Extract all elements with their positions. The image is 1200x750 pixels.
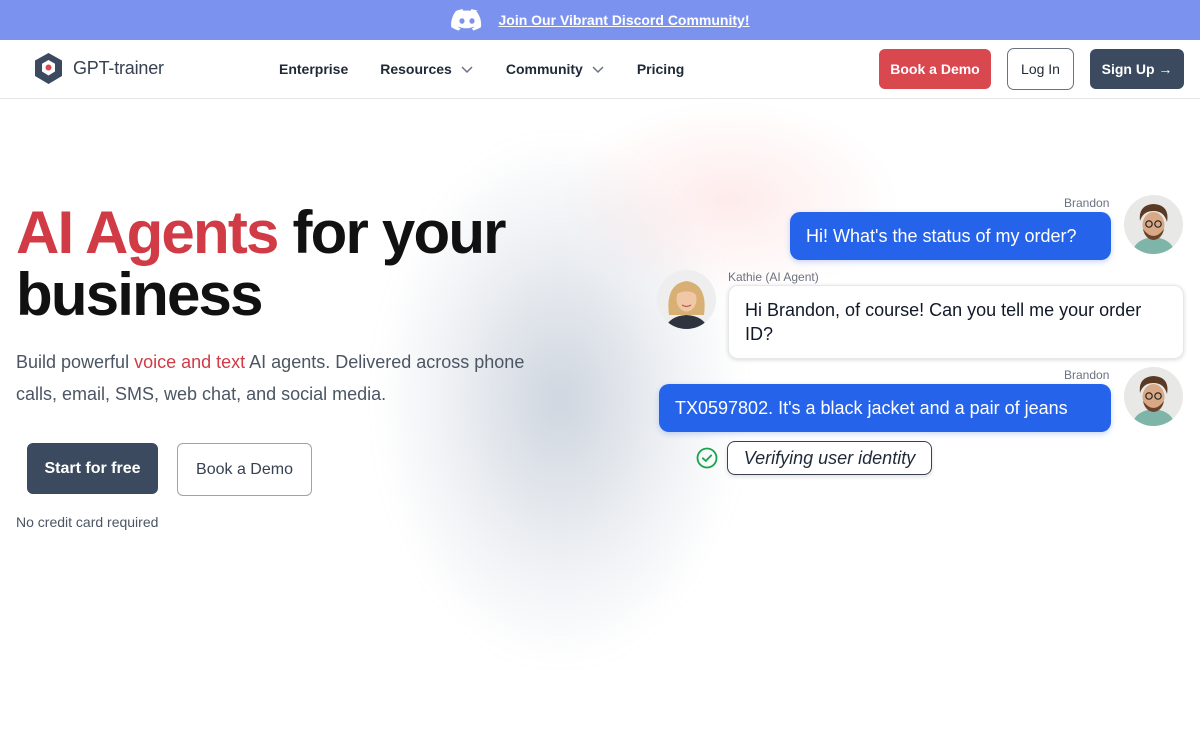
chat-message-user: TX0597802. It's a black jacket and a pai… bbox=[659, 384, 1111, 432]
discord-icon bbox=[450, 9, 481, 31]
login-button[interactable]: Log In bbox=[1007, 48, 1074, 90]
chat-message-user: Hi! What's the status of my order? bbox=[790, 212, 1111, 260]
check-circle-icon bbox=[696, 447, 718, 469]
nav-item-label: Community bbox=[505, 61, 583, 77]
nav-item-label: Enterprise bbox=[279, 61, 349, 77]
gpt-trainer-logo-icon bbox=[35, 53, 62, 84]
hero-title-accent: AI Agents bbox=[16, 199, 279, 266]
discord-community-link[interactable]: Join Our Vibrant Discord Community! bbox=[499, 12, 750, 28]
main-menu: Enterprise Resources Community Pricing bbox=[279, 40, 716, 98]
signup-button[interactable]: Sign Up → bbox=[1090, 49, 1184, 89]
no-credit-card-note: No credit card required bbox=[16, 514, 159, 530]
user-avatar-icon bbox=[1124, 367, 1183, 426]
nav-item-resources[interactable]: Resources bbox=[380, 61, 474, 77]
avatar-brandon bbox=[1124, 195, 1183, 254]
hero-book-demo-button[interactable]: Book a Demo bbox=[177, 443, 312, 496]
avatar-kathie bbox=[657, 270, 716, 329]
book-demo-button[interactable]: Book a Demo bbox=[879, 49, 991, 89]
brand-name: GPT-trainer bbox=[73, 58, 164, 78]
avatar-brandon bbox=[1124, 367, 1183, 426]
user-avatar-icon bbox=[1124, 195, 1183, 254]
nav-item-community[interactable]: Community bbox=[506, 61, 605, 77]
message-sender: Brandon bbox=[1064, 196, 1110, 210]
message-sender: Brandon bbox=[1064, 368, 1110, 382]
chevron-down-icon bbox=[461, 66, 473, 74]
chevron-down-icon bbox=[592, 66, 604, 74]
brand-logo[interactable]: GPT-trainer bbox=[32, 52, 164, 85]
hero-subtitle-part: Build powerful bbox=[16, 352, 135, 372]
nav-item-label: Resources bbox=[380, 61, 452, 77]
agent-avatar-icon bbox=[657, 270, 716, 329]
top-navigation: GPT-trainer Enterprise Resources Communi… bbox=[0, 40, 1200, 99]
announcement-bar: Join Our Vibrant Discord Community! bbox=[0, 0, 1200, 40]
nav-item-label: Pricing bbox=[636, 61, 685, 77]
hero-subtitle: Build powerful voice and text AI agents.… bbox=[16, 346, 556, 410]
nav-item-pricing[interactable]: Pricing bbox=[637, 61, 684, 77]
message-sender: Kathie (AI Agent) bbox=[728, 270, 819, 284]
start-for-free-button[interactable]: Start for free bbox=[27, 443, 158, 494]
verification-status: Verifying user identity bbox=[727, 441, 932, 475]
hero-subtitle-accent: voice and text bbox=[134, 352, 246, 372]
hero-title: AI Agents for your business bbox=[16, 202, 576, 326]
nav-item-enterprise[interactable]: Enterprise bbox=[279, 61, 348, 77]
chat-message-agent: Hi Brandon, of course! Can you tell me y… bbox=[728, 285, 1184, 359]
